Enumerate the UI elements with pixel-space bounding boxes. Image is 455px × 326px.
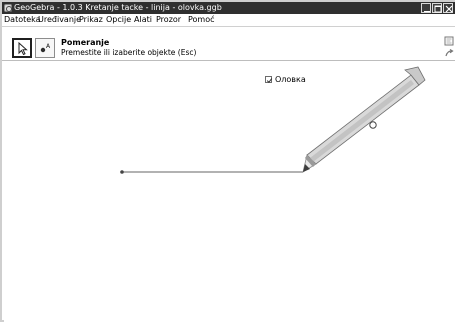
maximize-icon — [434, 5, 442, 13]
geometry-canvas — [120, 66, 426, 174]
close-button[interactable] — [443, 3, 453, 13]
move-tool-button[interactable] — [12, 38, 32, 58]
toolbar: A Pomeranje Premestite ili izaberite obj… — [2, 27, 455, 61]
minimize-button[interactable] — [421, 3, 431, 13]
maximize-button[interactable] — [432, 3, 442, 13]
pencil-checkbox-label: Олoвка — [275, 75, 306, 84]
point-icon: A — [40, 43, 51, 53]
active-tool-help: Premestite ili izaberite objekte (Esc) — [61, 48, 197, 57]
menu-opcije[interactable]: Opcije — [106, 14, 131, 26]
menu-pomoc[interactable]: Pomoć — [188, 14, 215, 26]
pencil-drawing[interactable] — [302, 66, 426, 173]
geogebra-app-icon[interactable] — [4, 4, 12, 12]
title-bar: GeoGebra - 1.0.3 Kretanje tacke - linija… — [2, 2, 455, 14]
menu-prikaz[interactable]: Prikaz — [79, 14, 103, 26]
pencil-checkbox[interactable] — [265, 76, 273, 83]
settings-icon[interactable] — [444, 36, 454, 46]
check-icon — [266, 78, 273, 83]
app-window: GeoGebra - 1.0.3 Kretanje tacke - linija… — [0, 0, 455, 322]
point-tool-button[interactable]: A — [35, 38, 55, 58]
line-start-point[interactable] — [120, 170, 124, 174]
minimize-icon — [424, 11, 430, 12]
menu-bar: Datoteka Uređivanje Prikaz Opcije Alati … — [2, 14, 455, 27]
menu-prozor[interactable]: Prozor — [156, 14, 181, 26]
active-tool-name: Pomeranje — [61, 38, 110, 47]
graphics-view[interactable] — [4, 61, 455, 322]
menu-uredjivanje[interactable]: Uređivanje — [38, 14, 81, 26]
window-title: GeoGebra - 1.0.3 Kretanje tacke - linija… — [14, 3, 222, 12]
menu-alati[interactable]: Alati — [134, 14, 152, 26]
redo-icon[interactable] — [444, 48, 454, 58]
svg-text:A: A — [46, 43, 51, 50]
arrow-cursor-icon — [18, 42, 28, 56]
menu-datoteka[interactable]: Datoteka — [4, 14, 41, 26]
close-icon — [445, 5, 453, 13]
